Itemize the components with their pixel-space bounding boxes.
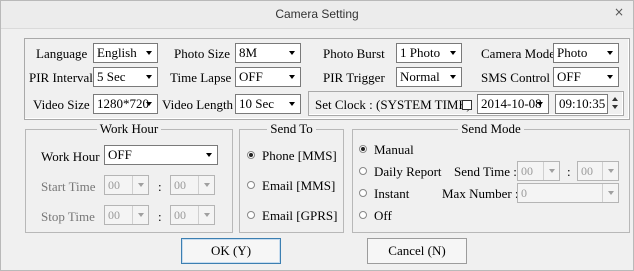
chevron-down-icon: [132, 176, 148, 194]
chevron-down-icon: [602, 44, 618, 62]
set-clock-checkbox[interactable]: [462, 100, 472, 110]
send-time-hour-select[interactable]: 00: [517, 161, 560, 181]
set-clock-label: Set Clock : (SYSTEM TIME): [315, 97, 471, 112]
send-mode-daily-report-label[interactable]: Daily Report: [374, 164, 442, 180]
chevron-down-icon: [132, 206, 148, 224]
chevron-down-icon: [284, 95, 300, 113]
max-number-select[interactable]: 0: [517, 183, 619, 203]
pir-trigger-select[interactable]: Normal: [396, 67, 462, 87]
ok-button[interactable]: OK (Y): [181, 238, 281, 264]
video-length-select[interactable]: 10 Sec: [235, 94, 301, 114]
stop-hour-select[interactable]: 00: [104, 205, 149, 225]
camera-setting-dialog: Camera Setting × Language English Photo …: [0, 0, 634, 271]
send-mode-daily-report-radio[interactable]: [359, 167, 367, 175]
send-mode-instant-radio[interactable]: [359, 189, 367, 197]
chevron-down-icon: [602, 68, 618, 86]
chevron-down-icon: [141, 95, 157, 113]
send-mode-instant-label[interactable]: Instant: [374, 186, 409, 202]
photo-burst-select[interactable]: 1 Photo: [396, 43, 462, 63]
chevron-down-icon: [284, 68, 300, 86]
time-lapse-select[interactable]: OFF: [235, 67, 301, 87]
chevron-down-icon: [201, 146, 217, 164]
sms-control-label: SMS Control: [481, 70, 550, 85]
start-time-label: Start Time: [41, 179, 96, 194]
language-label: Language: [36, 46, 88, 61]
send-time-minute-select[interactable]: 00: [577, 161, 619, 181]
chevron-down-icon: [445, 44, 461, 62]
work-hour-group-title: Work Hour: [96, 121, 162, 136]
send-to-phone-mms-label[interactable]: Phone [MMS]: [262, 148, 337, 164]
send-mode-manual-radio[interactable]: [359, 145, 367, 153]
stop-minute-select[interactable]: 00: [170, 205, 215, 225]
send-time-label: Send Time :: [454, 164, 517, 179]
chevron-down-icon: [284, 44, 300, 62]
chevron-down-icon: [198, 206, 214, 224]
send-mode-off-radio[interactable]: [359, 211, 367, 219]
spin-up-icon: [612, 97, 618, 101]
chevron-down-icon: [532, 95, 548, 113]
pir-trigger-label: PIR Trigger: [323, 70, 385, 85]
sms-control-select[interactable]: OFF: [553, 67, 619, 87]
title-bar: Camera Setting ×: [1, 1, 633, 29]
send-mode-off-label[interactable]: Off: [374, 208, 392, 224]
send-mode-group-title: Send Mode: [458, 121, 524, 136]
work-hour-label: Work Hour: [41, 149, 100, 164]
window-title: Camera Setting: [275, 7, 359, 21]
send-to-email-mms-label[interactable]: Email [MMS]: [262, 178, 335, 194]
clock-time-field[interactable]: 09:10:35: [555, 94, 608, 114]
send-mode-manual-label[interactable]: Manual: [374, 142, 414, 158]
start-minute-select[interactable]: 00: [170, 175, 215, 195]
photo-burst-label: Photo Burst: [323, 46, 385, 61]
send-to-email-gprs-radio[interactable]: [247, 211, 255, 219]
send-time-separator: :: [567, 164, 571, 179]
max-number-label: Max Number :: [442, 186, 519, 201]
stop-time-label: Stop Time: [41, 209, 95, 224]
photo-size-select[interactable]: 8M: [235, 43, 301, 63]
send-to-phone-mms-radio[interactable]: [247, 151, 255, 159]
video-size-select[interactable]: 1280*720: [93, 94, 158, 114]
cancel-button[interactable]: Cancel (N): [367, 238, 467, 264]
chevron-down-icon: [198, 176, 214, 194]
chevron-down-icon: [141, 68, 157, 86]
chevron-down-icon: [141, 44, 157, 62]
time-lapse-label: Time Lapse: [170, 70, 232, 85]
camera-mode-select[interactable]: Photo: [553, 43, 619, 63]
clock-time-spinner[interactable]: [610, 94, 620, 112]
pir-interval-label: PIR Interval: [29, 70, 93, 85]
send-to-email-mms-radio[interactable]: [247, 181, 255, 189]
start-time-separator: :: [158, 179, 162, 194]
send-to-group-title: Send To: [267, 121, 316, 136]
language-select[interactable]: English: [93, 43, 158, 63]
photo-size-label: Photo Size: [174, 46, 230, 61]
chevron-down-icon: [602, 162, 618, 180]
chevron-down-icon: [543, 162, 559, 180]
video-size-label: Video Size: [33, 97, 90, 112]
close-icon[interactable]: ×: [605, 1, 633, 23]
start-hour-select[interactable]: 00: [104, 175, 149, 195]
work-hour-select[interactable]: OFF: [104, 145, 218, 165]
send-to-email-gprs-label[interactable]: Email [GPRS]: [262, 208, 337, 224]
video-length-label: Video Length: [162, 97, 234, 112]
spin-down-icon: [612, 105, 618, 109]
stop-time-separator: :: [158, 209, 162, 224]
clock-date-picker[interactable]: 2014-10-08: [477, 94, 549, 114]
pir-interval-select[interactable]: 5 Sec: [93, 67, 158, 87]
camera-mode-label: Camera Mode: [481, 46, 556, 61]
chevron-down-icon: [602, 184, 618, 202]
chevron-down-icon: [445, 68, 461, 86]
